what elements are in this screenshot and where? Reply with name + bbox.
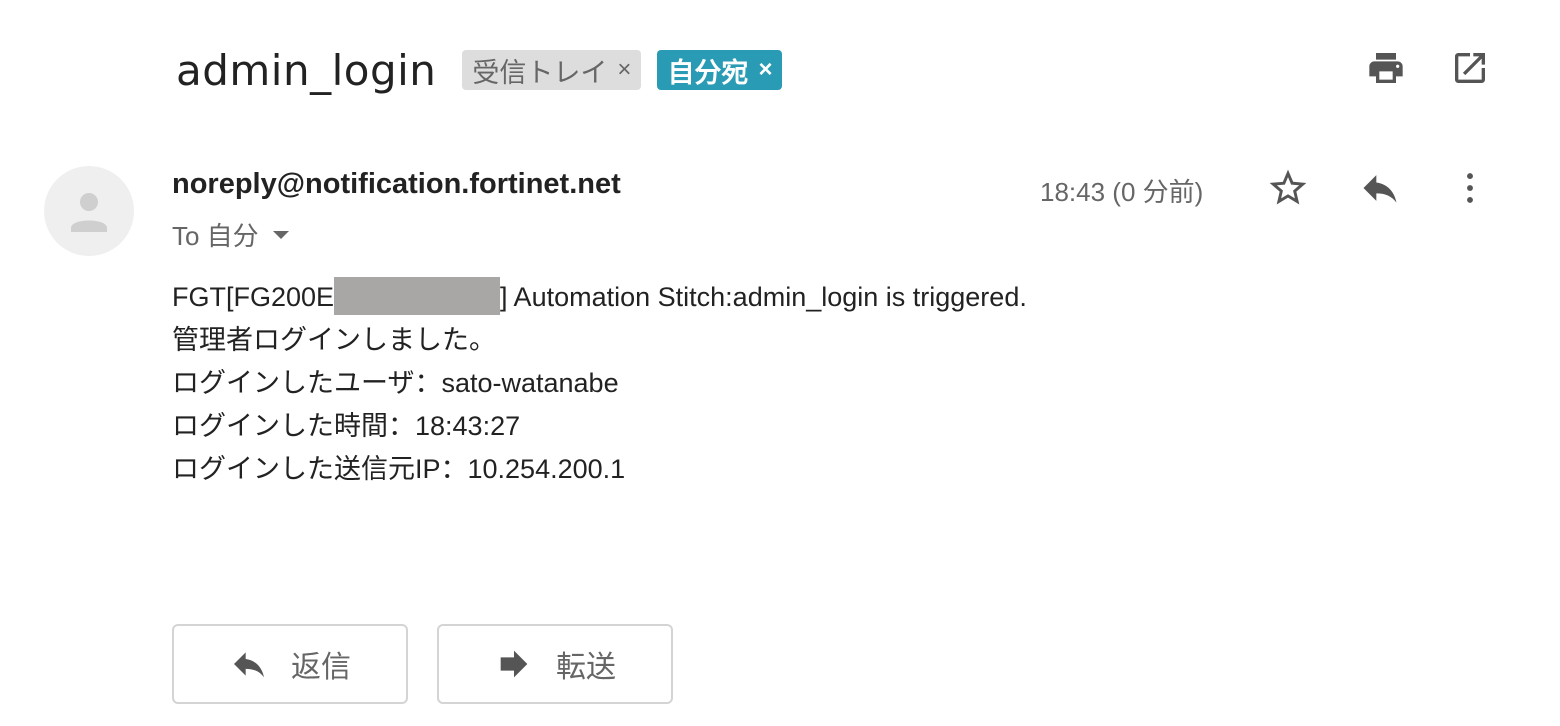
- subject-row: admin_login 受信トレイ × 自分宛 ×: [176, 40, 783, 100]
- label-inbox-chip[interactable]: 受信トレイ ×: [462, 50, 642, 90]
- forward-button[interactable]: 転送: [437, 624, 673, 704]
- open-in-new-window-icon[interactable]: [1450, 48, 1490, 88]
- recipient-text: To 自分: [172, 221, 259, 251]
- message-time: 18:43 (0 分前): [1040, 177, 1204, 207]
- body-line: 管理者ログインしました。: [172, 325, 496, 355]
- person-icon: [71, 193, 107, 232]
- chevron-down-icon: [272, 230, 289, 239]
- body-line: ログインしたユーザ：sato-watanabe: [172, 368, 619, 398]
- body-line-1-prefix: FGT[FG200E: [172, 282, 335, 312]
- reply-button-label: 返信: [291, 651, 351, 684]
- reply-icon[interactable]: [1358, 166, 1402, 210]
- redaction-box: [334, 276, 501, 315]
- forward-button-label: 転送: [556, 651, 616, 684]
- reply-button[interactable]: 返信: [172, 624, 408, 704]
- sender-avatar: [44, 166, 134, 256]
- sender-address: noreply@notification.fortinet.net: [172, 168, 621, 200]
- label-to-me-chip[interactable]: 自分宛 ×: [657, 50, 783, 90]
- remove-label-to-me-button[interactable]: ×: [758, 56, 772, 84]
- print-icon[interactable]: [1366, 48, 1406, 88]
- body-line: ログインした時間：18:43:27: [172, 411, 521, 441]
- label-to-me-text: 自分宛: [667, 57, 749, 88]
- remove-label-inbox-button[interactable]: ×: [617, 56, 631, 84]
- forward-arrow-icon: [500, 650, 528, 678]
- body-line-1-suffix: ] Automation Stitch:admin_login is trigg…: [500, 282, 1027, 312]
- more-vertical-icon[interactable]: [1448, 166, 1492, 210]
- message-body: FGT[FG200E ] Automation Stitch:admin_logi…: [172, 276, 1027, 491]
- email-subject: admin_login: [176, 45, 437, 95]
- recipient-details-toggle[interactable]: To 自分: [172, 216, 289, 253]
- reply-icon: [234, 652, 264, 678]
- body-line: FGT[FG200E ] Automation Stitch:admin_logi…: [172, 276, 1027, 319]
- label-inbox-text: 受信トレイ: [472, 57, 608, 88]
- star-icon[interactable]: [1266, 166, 1310, 210]
- body-line: ログインした送信元IP：10.254.200.1: [172, 454, 626, 484]
